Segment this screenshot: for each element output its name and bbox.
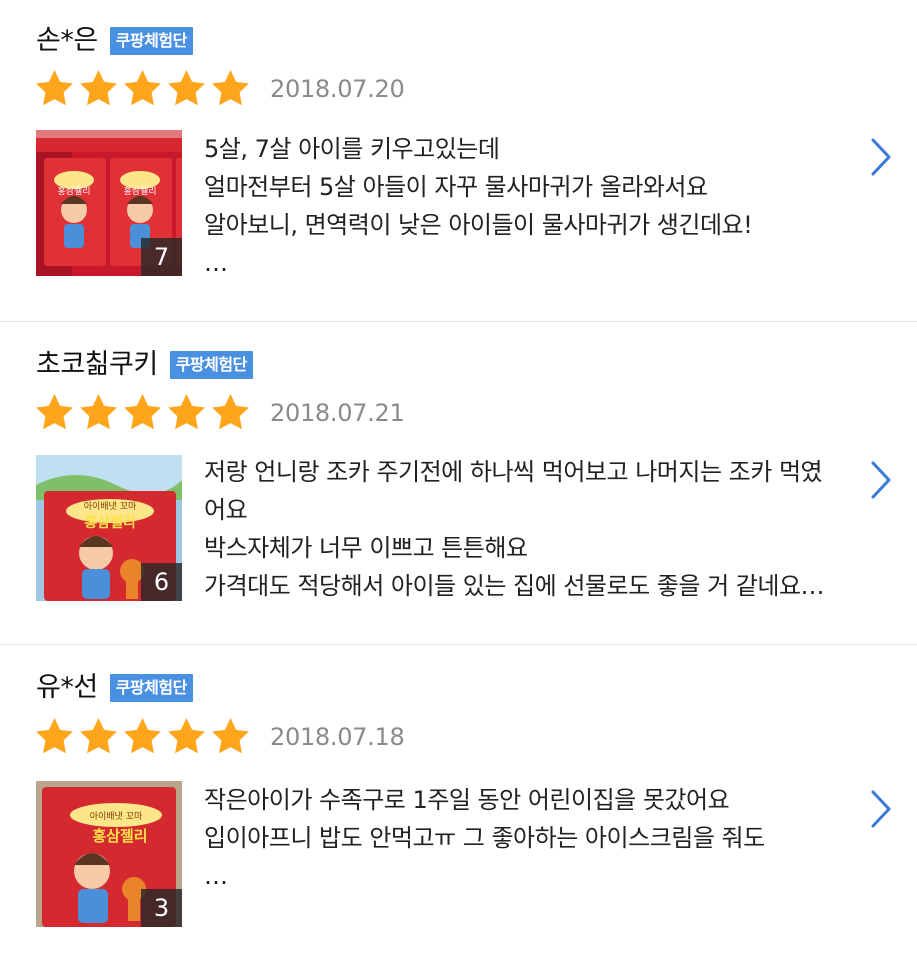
star-icon bbox=[122, 716, 163, 757]
star-rating bbox=[34, 716, 254, 757]
experience-group-badge: 쿠팡체험단 bbox=[169, 351, 253, 379]
photo-count-badge: 6 bbox=[141, 563, 182, 601]
star-icon bbox=[122, 392, 163, 433]
star-icon bbox=[210, 716, 251, 757]
star-icon bbox=[34, 716, 75, 757]
star-icon bbox=[34, 68, 75, 109]
review-line: 어요 bbox=[204, 496, 248, 524]
reviewer-name: 손*은 bbox=[36, 25, 98, 56]
review-photo-thumbnail[interactable]: 아이배냇 꼬마 홍삼젤리 3 bbox=[36, 781, 182, 927]
chevron-right-icon[interactable] bbox=[869, 137, 893, 177]
star-icon bbox=[166, 68, 207, 109]
reviewer-name: 유*선 bbox=[36, 672, 98, 703]
review-line: 가격대도 적당해서 아이들 있는 집에 선물로도 좋을 거 같네요… bbox=[204, 572, 825, 600]
review-photo-thumbnail[interactable]: 홍삼젤리 홍삼젤리 7 bbox=[36, 130, 182, 276]
rating-row: 2018.07.20 bbox=[34, 68, 405, 109]
review-item[interactable]: 유*선 쿠팡체험단 2018.07.18 아이배냇 꼬마 홍삼젤리 3 작은아이… bbox=[0, 645, 917, 960]
star-icon bbox=[34, 392, 75, 433]
review-date: 2018.07.20 bbox=[270, 74, 405, 103]
product-box-small-text: 아이배냇 꼬마 bbox=[90, 811, 143, 822]
review-item[interactable]: 손*은 쿠팡체험단 2018.07.20 홍삼젤리 홍삼젤리 7 5살, 7살 … bbox=[0, 0, 917, 322]
review-photo-thumbnail[interactable]: 아이배냇 꼬마 홍삼젤리 6 bbox=[36, 455, 182, 601]
review-line: 박스자체가 너무 이쁘고 튼튼해요 bbox=[204, 534, 528, 562]
star-rating bbox=[34, 392, 254, 433]
rating-row: 2018.07.18 bbox=[34, 716, 405, 757]
star-icon bbox=[210, 68, 251, 109]
review-line: 저랑 언니랑 조카 주기전에 하나씩 먹어보고 나머지는 조카 먹였 bbox=[204, 458, 823, 486]
reviewer-name: 초코칢쿠키 bbox=[36, 349, 158, 380]
star-icon bbox=[78, 392, 119, 433]
photo-count-badge: 7 bbox=[141, 238, 182, 276]
review-text: 5살, 7살 아이를 키우고있는데 얼마전부터 5살 아들이 자꾸 물사마귀가 … bbox=[204, 130, 844, 282]
review-header: 유*선 쿠팡체험단 bbox=[36, 671, 193, 705]
star-rating bbox=[34, 68, 254, 109]
product-box-text: 홍삼젤리 bbox=[92, 827, 147, 845]
product-box-text: 홍삼젤리 bbox=[57, 185, 90, 197]
product-box-text: 홍삼젤리 bbox=[84, 514, 136, 531]
experience-group-badge: 쿠팡체험단 bbox=[109, 674, 193, 702]
chevron-right-icon[interactable] bbox=[869, 789, 893, 829]
star-icon bbox=[166, 392, 207, 433]
rating-row: 2018.07.21 bbox=[34, 392, 405, 433]
experience-group-badge: 쿠팡체험단 bbox=[109, 27, 193, 55]
product-box-text: 홍삼젤리 bbox=[123, 185, 156, 197]
star-icon bbox=[78, 68, 119, 109]
review-line: 5살, 7살 아이를 키우고있는데 bbox=[204, 135, 500, 163]
review-line: 얼마전부터 5살 아들이 자꾸 물사마귀가 올라와서요 bbox=[204, 173, 708, 201]
photo-count-badge: 3 bbox=[141, 889, 182, 927]
review-item[interactable]: 초코칢쿠키 쿠팡체험단 2018.07.21 아이배냇 꼬마 홍삼젤리 6 저랑… bbox=[0, 322, 917, 645]
product-box-small-text: 아이배냇 꼬마 bbox=[84, 501, 137, 512]
star-icon bbox=[78, 716, 119, 757]
review-line: 알아보니, 면역력이 낮은 아이들이 물사마귀가 생긴데요! bbox=[204, 211, 753, 239]
star-icon bbox=[210, 392, 251, 433]
review-text: 저랑 언니랑 조카 주기전에 하나씩 먹어보고 나머지는 조카 먹였 어요 박스… bbox=[204, 453, 844, 605]
review-date: 2018.07.18 bbox=[270, 722, 405, 751]
review-line: … bbox=[204, 862, 228, 890]
star-icon bbox=[122, 68, 163, 109]
review-date: 2018.07.21 bbox=[270, 398, 405, 427]
review-text: 작은아이가 수족구로 1주일 동안 어린이집을 못갔어요 입이아프니 밥도 안먹… bbox=[204, 781, 844, 895]
star-icon bbox=[166, 716, 207, 757]
review-line: … bbox=[204, 249, 228, 277]
review-line: 작은아이가 수족구로 1주일 동안 어린이집을 못갔어요 bbox=[204, 786, 730, 814]
review-header: 초코칢쿠키 쿠팡체험단 bbox=[36, 348, 253, 382]
review-header: 손*은 쿠팡체험단 bbox=[36, 24, 193, 58]
review-line: 입이아프니 밥도 안먹고ㅠ 그 좋아하는 아이스크림을 줘도 bbox=[204, 824, 765, 852]
chevron-right-icon[interactable] bbox=[869, 460, 893, 500]
